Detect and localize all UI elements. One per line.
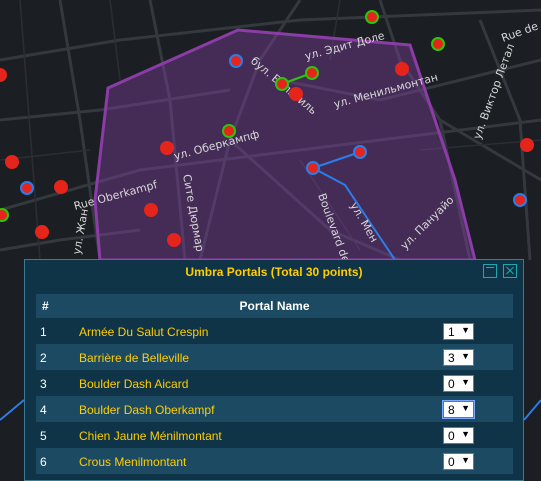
portal-marker: [275, 77, 289, 91]
chevron-down-icon: ▼: [461, 455, 470, 465]
portal-marker: [520, 138, 534, 152]
row-number: 6: [40, 455, 47, 469]
points-select[interactable]: 0 ▼: [443, 453, 474, 470]
portal-marker: [0, 208, 9, 222]
row-number: 3: [40, 377, 47, 391]
points-select[interactable]: 3 ▼: [443, 349, 474, 366]
chevron-down-icon: ▼: [461, 351, 470, 361]
select-value: 0: [448, 455, 455, 469]
table-row: 5 Chien Jaune Ménilmontant 0 ▼: [36, 422, 513, 448]
select-value: 0: [448, 377, 455, 391]
portal-marker: [306, 161, 320, 175]
portal-marker: [431, 37, 445, 51]
table-row: 1 Armée Du Salut Crespin 1 ▼: [36, 318, 513, 344]
portal-marker: [35, 225, 49, 239]
row-number: 1: [40, 325, 47, 339]
portal-name-link[interactable]: Barrière de Belleville: [79, 351, 189, 365]
column-header-portal-name[interactable]: Portal Name: [36, 299, 513, 313]
portal-marker: [229, 54, 243, 68]
portal-marker: [222, 124, 236, 138]
street-label: ул. Жан: [70, 208, 91, 256]
portal-marker: [0, 68, 7, 82]
select-value: 0: [448, 429, 455, 443]
select-value: 8: [448, 403, 455, 417]
portal-marker: [353, 145, 367, 159]
portal-marker: [305, 66, 319, 80]
table-row: 2 Barrière de Belleville 3 ▼: [36, 344, 513, 370]
umbra-portals-dialog: Umbra Portals (Total 30 points) # Portal…: [24, 259, 524, 481]
row-number: 4: [40, 403, 47, 417]
portal-name-link[interactable]: Crous Menilmontant: [79, 455, 186, 469]
table-header: # Portal Name: [36, 294, 513, 318]
portal-marker: [395, 62, 409, 76]
portal-name-link[interactable]: Chien Jaune Ménilmontant: [79, 429, 222, 443]
portal-marker: [5, 155, 19, 169]
select-value: 1: [448, 325, 455, 339]
portal-marker: [513, 193, 527, 207]
points-select[interactable]: 0 ▼: [443, 427, 474, 444]
portal-marker: [365, 10, 379, 24]
table-row: 6 Crous Menilmontant 0 ▼: [36, 448, 513, 474]
select-value: 3: [448, 351, 455, 365]
street-label: Rue de: [500, 19, 540, 44]
chevron-down-icon: ▼: [461, 325, 470, 335]
row-number: 5: [40, 429, 47, 443]
chevron-down-icon: ▼: [461, 377, 470, 387]
chevron-down-icon: ▼: [461, 429, 470, 439]
portal-marker: [144, 203, 158, 217]
portals-table: # Portal Name 1 Armée Du Salut Crespin 1…: [36, 294, 513, 474]
dialog-title: Umbra Portals (Total 30 points): [185, 265, 363, 279]
table-row: 3 Boulder Dash Aicard 0 ▼: [36, 370, 513, 396]
minimize-button[interactable]: [483, 264, 497, 278]
dialog-header[interactable]: Umbra Portals (Total 30 points): [25, 260, 523, 284]
table-row: 4 Boulder Dash Oberkampf 8 ▼: [36, 396, 513, 422]
row-number: 2: [40, 351, 47, 365]
points-select[interactable]: 1 ▼: [443, 323, 474, 340]
portal-marker: [289, 87, 303, 101]
portal-name-link[interactable]: Boulder Dash Aicard: [79, 377, 188, 391]
portal-marker: [167, 233, 181, 247]
points-select[interactable]: 8 ▼: [442, 400, 475, 419]
portal-marker: [20, 181, 34, 195]
portal-name-link[interactable]: Armée Du Salut Crespin: [79, 325, 208, 339]
portal-marker: [160, 141, 174, 155]
close-button[interactable]: [503, 264, 517, 278]
portal-marker: [54, 180, 68, 194]
chevron-down-icon: ▼: [461, 403, 470, 413]
points-select[interactable]: 0 ▼: [443, 375, 474, 392]
portal-name-link[interactable]: Boulder Dash Oberkampf: [79, 403, 214, 417]
